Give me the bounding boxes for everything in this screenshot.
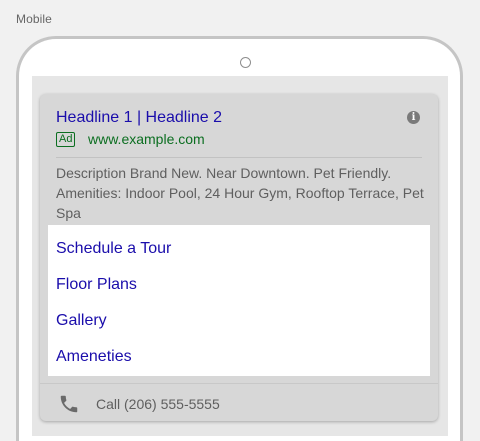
phone-frame: Headline 1 | Headline 2 i Ad www.example… (16, 36, 463, 441)
sitelink-ameneties[interactable]: Ameneties (56, 348, 132, 366)
ad-headline[interactable]: Headline 1 | Headline 2 (56, 109, 222, 127)
info-icon[interactable]: i (407, 111, 420, 124)
sitelinks-panel: Schedule a Tour Floor Plans Gallery Amen… (48, 225, 430, 376)
device-label: Mobile (16, 12, 52, 26)
divider (56, 157, 422, 158)
sitelink-floor-plans[interactable]: Floor Plans (56, 276, 137, 294)
sitelink-schedule-a-tour[interactable]: Schedule a Tour (56, 240, 171, 258)
sitelink-gallery[interactable]: Gallery (56, 312, 107, 330)
call-divider (40, 383, 438, 384)
ad-description: Description Brand New. Near Downtown. Pe… (56, 165, 424, 221)
call-extension[interactable]: Call (206) 555-5555 (96, 396, 220, 412)
phone-screen: Headline 1 | Headline 2 i Ad www.example… (32, 76, 448, 436)
ad-preview-card: Headline 1 | Headline 2 i Ad www.example… (40, 94, 438, 421)
display-url[interactable]: www.example.com (88, 131, 205, 147)
phone-icon[interactable] (58, 393, 80, 415)
ad-badge: Ad (56, 132, 76, 147)
camera-icon (240, 57, 251, 68)
